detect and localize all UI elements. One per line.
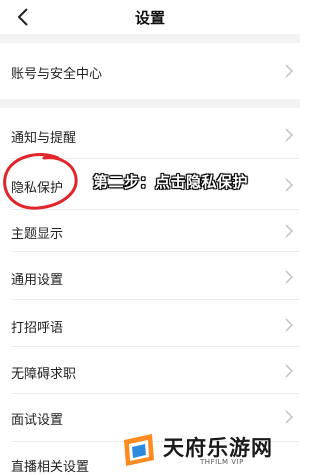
chevron-right-icon	[285, 410, 294, 424]
settings-item-label: 直播相关设置	[11, 460, 90, 475]
section-gap	[0, 99, 300, 108]
watermark: 天府乐游网 THFILM VIP	[118, 428, 296, 472]
chevron-right-icon	[285, 318, 294, 332]
chevron-right-icon	[285, 178, 294, 192]
settings-item-accessibility[interactable]: 无障碍求职	[0, 347, 300, 394]
chevron-right-icon	[285, 64, 294, 78]
page-title: 设置	[134, 9, 165, 27]
settings-item-general[interactable]: 通用设置	[0, 252, 300, 300]
top-bar: 设置	[0, 0, 300, 34]
highlight-circle	[3, 153, 78, 210]
step-annotation: 第二步：点击隐私保护	[93, 173, 249, 191]
settings-item-label: 主题显示	[11, 227, 64, 242]
settings-item-account-security[interactable]: 账号与安全中心	[0, 43, 300, 99]
settings-item-theme[interactable]: 主题显示	[0, 210, 300, 252]
chevron-right-icon	[285, 128, 294, 142]
settings-item-label: 通用设置	[11, 273, 64, 288]
settings-item-label: 通知与提醒	[11, 131, 77, 146]
settings-item-label: 打招呼语	[11, 321, 64, 336]
settings-item-label: 无障碍求职	[11, 367, 77, 382]
chevron-right-icon	[285, 270, 294, 284]
watermark-logo-icon	[124, 434, 154, 466]
chevron-right-icon	[285, 364, 294, 378]
section-gap	[0, 34, 300, 43]
watermark-sub: THFILM VIP	[200, 458, 244, 466]
chevron-right-icon	[285, 224, 294, 238]
settings-item-label: 账号与安全中心	[11, 67, 103, 82]
settings-item-greeting[interactable]: 打招呼语	[0, 300, 300, 347]
settings-item-label: 面试设置	[11, 413, 64, 428]
